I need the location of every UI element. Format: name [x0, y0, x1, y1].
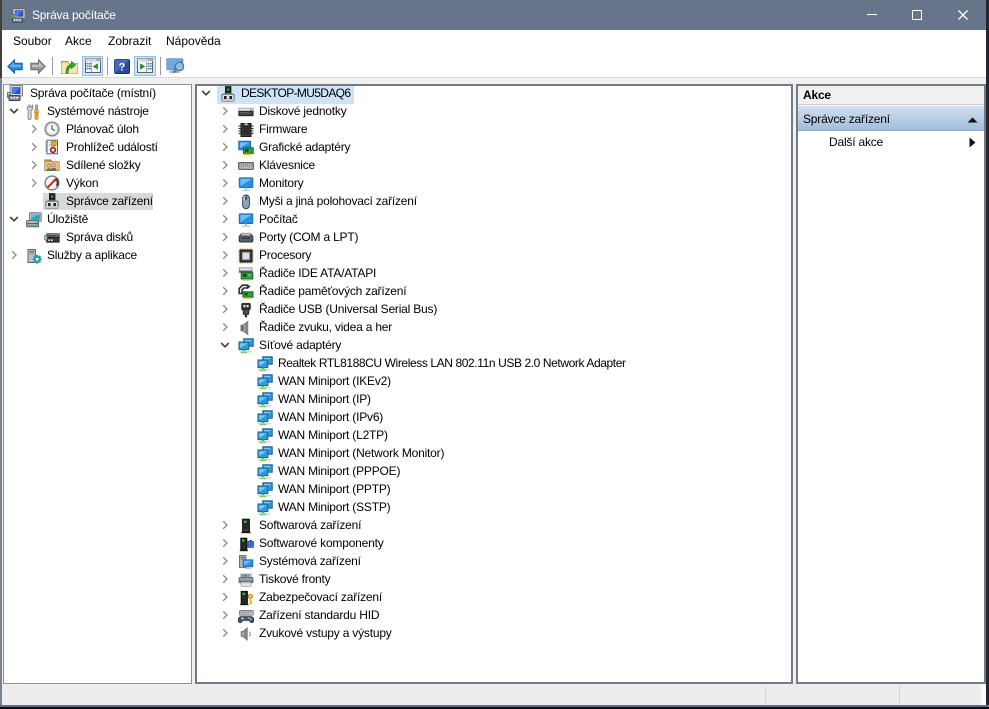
svg-text:?: ?: [119, 62, 126, 74]
